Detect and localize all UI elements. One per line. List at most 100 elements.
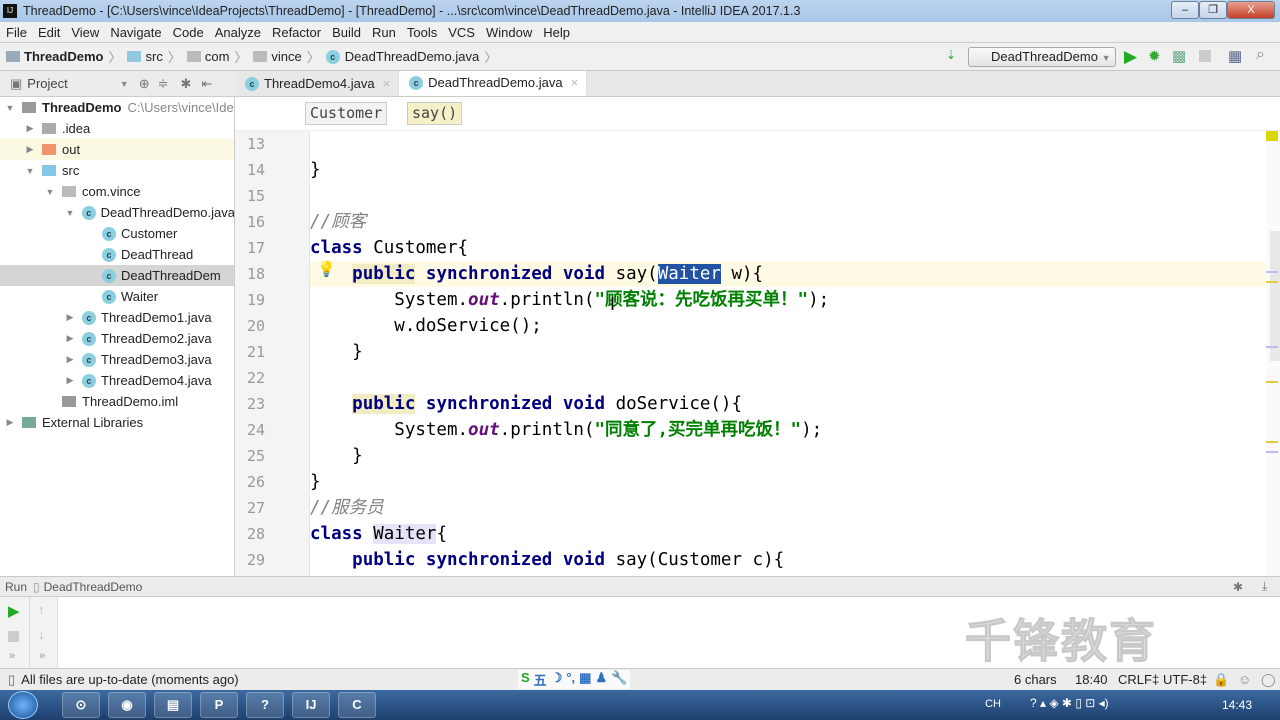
run-icon[interactable]: ▶ (1124, 47, 1137, 67)
menu-tools[interactable]: Tools (401, 25, 442, 40)
collapse-arrow-icon[interactable]: ▶ (64, 354, 76, 365)
ime-icon[interactable]: S (521, 670, 530, 689)
tree-item[interactable]: ▼ c DeadThreadDemo.java (0, 202, 234, 223)
debug-icon[interactable]: ✹ (1148, 47, 1161, 65)
code-line[interactable]: public synchronized void say(Customer c)… (310, 547, 1265, 573)
editor-scrollbar[interactable] (1266, 131, 1280, 576)
lock-icon[interactable]: 🔒 (1213, 672, 1229, 688)
taskbar-app[interactable]: ▤ (154, 692, 192, 718)
more-icon[interactable]: » (39, 650, 45, 662)
collapse-arrow-icon[interactable]: ▶ (4, 417, 16, 428)
build-sort-icon[interactable]: ⇣ (946, 48, 956, 62)
restore-button[interactable]: ❐ (1199, 1, 1227, 19)
tree-item[interactable]: ▼ src (0, 160, 234, 181)
tab-threaddemo4[interactable]: c ThreadDemo4.java × (235, 71, 400, 96)
collapse-arrow-icon[interactable]: ▶ (24, 144, 36, 155)
menu-view[interactable]: View (65, 25, 104, 40)
tree-item[interactable]: ▶ c ThreadDemo3.java (0, 349, 234, 370)
ime-icon[interactable]: ♟ (595, 670, 607, 689)
breadcrumb-item[interactable]: ThreadDemo 〉 (6, 47, 121, 66)
tree-item[interactable]: c Customer (0, 223, 234, 244)
editor-crumb-class[interactable]: Customer (305, 102, 388, 125)
collapse-arrow-icon[interactable]: ▶ (64, 333, 76, 344)
menu-run[interactable]: Run (366, 25, 401, 40)
run-tab[interactable]: DeadThreadDemo (44, 580, 143, 594)
hide-icon[interactable]: ⤓ (1262, 579, 1267, 594)
taskbar-app[interactable]: ? (246, 692, 284, 718)
breadcrumb-item[interactable]: vince 〉 (253, 47, 320, 66)
tree-item[interactable]: ▶ out (0, 139, 234, 160)
menu-vcs[interactable]: VCS (442, 25, 480, 40)
minimize-button[interactable]: – (1171, 1, 1199, 19)
expand-arrow-icon[interactable]: ▼ (64, 208, 76, 218)
code-line[interactable]: //服务员 (310, 495, 1265, 521)
code-line[interactable]: class Customer{ (310, 235, 1265, 261)
taskbar-app[interactable]: ◉ (108, 692, 146, 718)
menu-navigate[interactable]: Navigate (104, 25, 166, 40)
code-line[interactable]: } (310, 157, 1265, 183)
panel-toggle-icon[interactable]: ▯ (8, 672, 15, 688)
project-structure-icon[interactable]: ▦ (1228, 47, 1242, 65)
expand-arrow-icon[interactable]: ▼ (4, 103, 16, 113)
search-icon[interactable]: ⌕ (1256, 46, 1265, 64)
menu-analyze[interactable]: Analyze (209, 25, 266, 40)
tree-item[interactable]: ThreadDemo.iml (0, 391, 234, 412)
code-line[interactable] (310, 365, 1265, 391)
code-line[interactable]: } (310, 339, 1265, 365)
tree-item[interactable]: c Waiter (0, 286, 234, 307)
event-log-icon[interactable]: ◯ (1261, 672, 1276, 688)
tree-item[interactable]: ▶ c ThreadDemo1.java (0, 307, 234, 328)
rerun-icon[interactable]: ▶ (8, 602, 20, 620)
menu-build[interactable]: Build (326, 25, 366, 40)
gear-icon[interactable]: ✱ (1233, 580, 1243, 594)
code-line[interactable] (310, 131, 1265, 157)
code-line[interactable] (310, 183, 1265, 209)
taskbar-app[interactable]: C (338, 692, 376, 718)
clock[interactable]: 14:43 (1222, 698, 1252, 712)
close-icon[interactable]: × (571, 75, 579, 90)
close-icon[interactable]: × (383, 76, 391, 91)
tray-icons[interactable]: ? ▴ ◈ ✱ ▯ ⊡ ◂) (1030, 696, 1109, 710)
menu-edit[interactable]: Edit (32, 25, 65, 40)
close-button[interactable]: X (1227, 1, 1275, 19)
taskbar-app[interactable]: P (200, 692, 238, 718)
ime-icon[interactable]: ▦ (579, 670, 591, 689)
code-editor[interactable]: Customer say() 13 14 15 16 17 18 19 20 21 22 23 24 2… (235, 97, 1280, 576)
up-arrow-icon[interactable]: ↑ (38, 602, 45, 617)
tree-item[interactable]: ▶ .idea (0, 118, 234, 139)
project-panel-title[interactable]: Project (27, 76, 67, 91)
tree-item[interactable]: c DeadThreadDem (0, 265, 234, 286)
breadcrumb-item[interactable]: src 〉 (127, 47, 181, 66)
code-line[interactable]: //顾客 (310, 209, 1265, 235)
ime-icon[interactable]: °, (566, 670, 575, 689)
tab-deadthreaddemo[interactable]: c DeadThreadDemo.java × (399, 71, 588, 96)
code-line[interactable]: public synchronized void doService(){ (310, 391, 1265, 417)
expand-arrow-icon[interactable]: ▼ (24, 166, 36, 176)
menu-code[interactable]: Code (167, 25, 209, 40)
collapse-arrow-icon[interactable]: ▶ (64, 375, 76, 386)
run-config-select[interactable]: DeadThreadDemo ▼ (968, 47, 1116, 67)
menu-help[interactable]: Help (537, 25, 575, 40)
tree-item[interactable]: ▼ com.vince (0, 181, 234, 202)
editor-crumb-method[interactable]: say() (407, 102, 463, 125)
caret-position[interactable]: 18:40 (1075, 672, 1108, 687)
menu-window[interactable]: Window (480, 25, 537, 40)
expand-arrow-icon[interactable]: ▼ (44, 187, 56, 197)
tray-language[interactable]: CH (985, 698, 1001, 710)
scroll-from-source-icon[interactable]: ⊕ (139, 76, 150, 92)
collapse-all-icon[interactable]: ≑ (158, 76, 169, 92)
tree-item[interactable]: ▶ c ThreadDemo2.java (0, 328, 234, 349)
hide-panel-icon[interactable]: ⇤ (201, 76, 212, 92)
scroll-thumb[interactable] (1270, 231, 1280, 361)
code-line[interactable]: } (310, 469, 1265, 495)
tree-item[interactable]: ▶ c ThreadDemo4.java (0, 370, 234, 391)
menu-file[interactable]: File (0, 25, 32, 40)
breadcrumb-item[interactable]: c DeadThreadDemo.java 〉 (325, 47, 497, 66)
taskbar-app[interactable]: ⊙ (62, 692, 100, 718)
code-line[interactable]: class Waiter{ (310, 521, 1265, 547)
start-button[interactable] (8, 691, 38, 719)
code-line[interactable]: } (310, 443, 1265, 469)
file-encoding[interactable]: UTF-8‡ (1163, 672, 1207, 687)
code-line[interactable]: System.out.println("顾客说：先吃饭再买单！"); (310, 287, 1265, 313)
ime-icon[interactable]: 🔧 (611, 670, 627, 689)
